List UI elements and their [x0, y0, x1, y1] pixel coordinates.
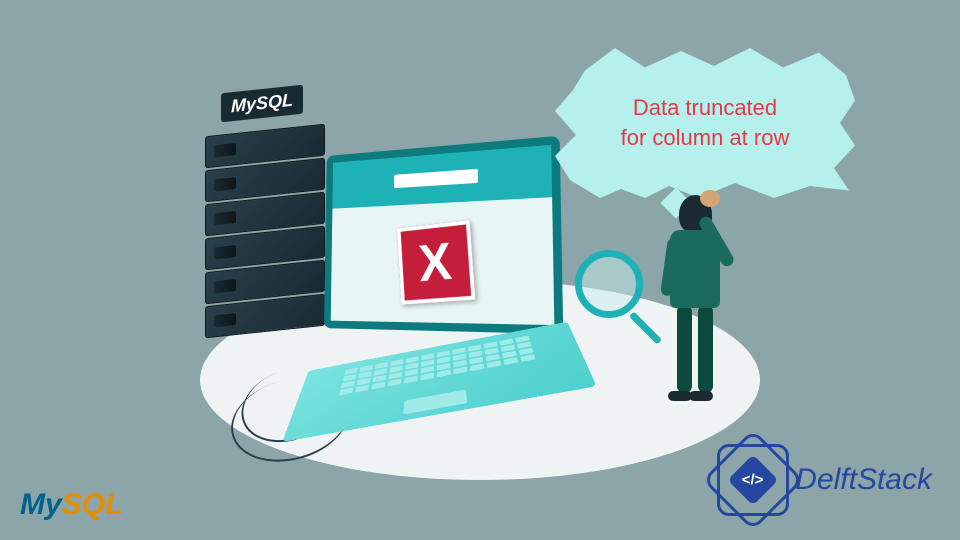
speech-line-1: Data truncated — [633, 95, 777, 120]
mysql-logo: MySQL — [20, 488, 123, 522]
mysql-server-label: MySQL — [221, 85, 303, 123]
delftstack-text: DelftStack — [795, 463, 932, 497]
error-box: X — [397, 220, 476, 305]
delftstack-icon: </> — [717, 444, 789, 516]
laptop-base — [282, 322, 597, 442]
server-rack: MySQL — [205, 130, 325, 334]
laptop: X — [310, 145, 580, 445]
person-leg — [677, 305, 692, 393]
laptop-screen: X — [324, 136, 563, 334]
person-arm — [697, 214, 736, 268]
mysql-my-text: My — [20, 488, 62, 521]
delftstack-logo: </> DelftStack — [717, 444, 932, 516]
search-bar-icon — [394, 169, 478, 188]
person-legs — [650, 305, 740, 401]
person-body — [670, 230, 720, 308]
speech-line-2: for column at row — [621, 125, 790, 150]
magnifying-glass-icon — [575, 250, 643, 318]
person-leg — [698, 305, 713, 393]
person-foot — [689, 391, 713, 401]
screen-content: X — [331, 145, 555, 325]
code-icon: </> — [742, 472, 764, 489]
person-hand — [700, 190, 720, 207]
confused-person-icon — [650, 195, 740, 425]
screen-body: X — [331, 197, 555, 325]
error-x-icon: X — [417, 231, 454, 294]
mysql-sql-text: SQL — [62, 488, 124, 521]
person-arm — [660, 237, 681, 296]
speech-bubble: Data truncated for column at row — [555, 48, 855, 198]
magnifier-lens — [575, 250, 643, 318]
speech-text: Data truncated for column at row — [621, 93, 790, 152]
